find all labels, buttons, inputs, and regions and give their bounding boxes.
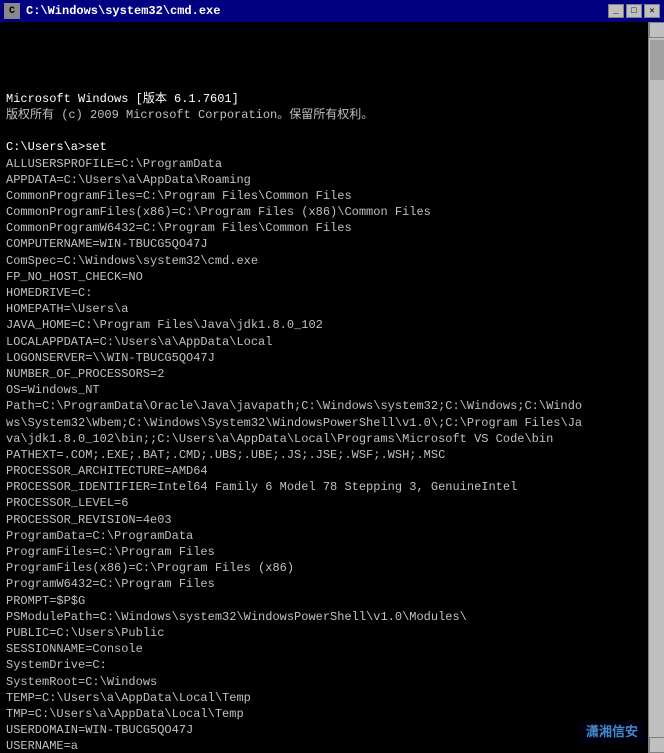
- terminal-line: SystemDrive=C:: [6, 657, 640, 673]
- title-bar-left: C C:\Windows\system32\cmd.exe: [4, 3, 220, 19]
- terminal-line: 版权所有 (c) 2009 Microsoft Corporation。保留所有…: [6, 107, 640, 123]
- terminal-line: PROCESSOR_REVISION=4e03: [6, 512, 640, 528]
- terminal-line: APPDATA=C:\Users\a\AppData\Roaming: [6, 172, 640, 188]
- terminal-line: PROMPT=$P$G: [6, 593, 640, 609]
- scrollbar[interactable]: ▲ ▼: [648, 22, 664, 753]
- terminal-line: SystemRoot=C:\Windows: [6, 674, 640, 690]
- terminal-line: SESSIONNAME=Console: [6, 641, 640, 657]
- terminal-line: HOMEPATH=\Users\a: [6, 301, 640, 317]
- minimize-button[interactable]: _: [608, 4, 624, 18]
- terminal-line: [6, 123, 640, 139]
- terminal-line: LOGONSERVER=\\WIN-TBUCG5QO47J: [6, 350, 640, 366]
- terminal-line: ws\System32\Wbem;C:\Windows\System32\Win…: [6, 415, 640, 431]
- scroll-thumb[interactable]: [650, 40, 664, 80]
- terminal-line: ComSpec=C:\Windows\system32\cmd.exe: [6, 253, 640, 269]
- terminal-line: Microsoft Windows [版本 6.1.7601]: [6, 91, 640, 107]
- terminal-lines: Microsoft Windows [版本 6.1.7601]版权所有 (c) …: [6, 91, 658, 753]
- terminal-line: PATHEXT=.COM;.EXE;.BAT;.CMD;.UBS;.UBE;.J…: [6, 447, 640, 463]
- cmd-icon: C: [4, 3, 20, 19]
- scroll-up-arrow[interactable]: ▲: [649, 22, 664, 38]
- terminal-line: CommonProgramFiles=C:\Program Files\Comm…: [6, 188, 640, 204]
- terminal-line: USERDOMAIN=WIN-TBUCG5QO47J: [6, 722, 640, 738]
- terminal-line: PROCESSOR_ARCHITECTURE=AMD64: [6, 463, 640, 479]
- terminal-line: FP_NO_HOST_CHECK=NO: [6, 269, 640, 285]
- terminal-line: PUBLIC=C:\Users\Public: [6, 625, 640, 641]
- terminal-line: CommonProgramFiles(x86)=C:\Program Files…: [6, 204, 640, 220]
- watermark: 潇湘信安: [580, 721, 644, 743]
- title-bar: C C:\Windows\system32\cmd.exe _ □ ✕: [0, 0, 664, 22]
- terminal-line: HOMEDRIVE=C:: [6, 285, 640, 301]
- terminal-line: NUMBER_OF_PROCESSORS=2: [6, 366, 640, 382]
- terminal-line: C:\Users\a>set: [6, 139, 640, 155]
- terminal-line: PROCESSOR_IDENTIFIER=Intel64 Family 6 Mo…: [6, 479, 640, 495]
- terminal-line: Path=C:\ProgramData\Oracle\Java\javapath…: [6, 398, 640, 414]
- window-title: C:\Windows\system32\cmd.exe: [26, 4, 220, 18]
- close-button[interactable]: ✕: [644, 4, 660, 18]
- terminal-line: PSModulePath=C:\Windows\system32\Windows…: [6, 609, 640, 625]
- terminal-content: ▲ ▼ Microsoft Windows [版本 6.1.7601]版权所有 …: [0, 22, 664, 753]
- terminal-line: PROCESSOR_LEVEL=6: [6, 495, 640, 511]
- terminal-line: TMP=C:\Users\a\AppData\Local\Temp: [6, 706, 640, 722]
- terminal-line: OS=Windows_NT: [6, 382, 640, 398]
- terminal-line: ProgramData=C:\ProgramData: [6, 528, 640, 544]
- terminal-line: ProgramFiles=C:\Program Files: [6, 544, 640, 560]
- terminal-line: ProgramFiles(x86)=C:\Program Files (x86): [6, 560, 640, 576]
- scroll-down-arrow[interactable]: ▼: [649, 737, 664, 753]
- title-buttons: _ □ ✕: [608, 4, 660, 18]
- terminal-line: ALLUSERSPROFILE=C:\ProgramData: [6, 156, 640, 172]
- terminal-line: USERNAME=a: [6, 738, 640, 753]
- restore-button[interactable]: □: [626, 4, 642, 18]
- terminal-line: LOCALAPPDATA=C:\Users\a\AppData\Local: [6, 334, 640, 350]
- terminal-line: CommonProgramW6432=C:\Program Files\Comm…: [6, 220, 640, 236]
- terminal-line: JAVA_HOME=C:\Program Files\Java\jdk1.8.0…: [6, 317, 640, 333]
- terminal-line: TEMP=C:\Users\a\AppData\Local\Temp: [6, 690, 640, 706]
- terminal-line: va\jdk1.8.0_102\bin;;C:\Users\a\AppData\…: [6, 431, 640, 447]
- terminal-line: ProgramW6432=C:\Program Files: [6, 576, 640, 592]
- terminal-line: COMPUTERNAME=WIN-TBUCG5QO47J: [6, 236, 640, 252]
